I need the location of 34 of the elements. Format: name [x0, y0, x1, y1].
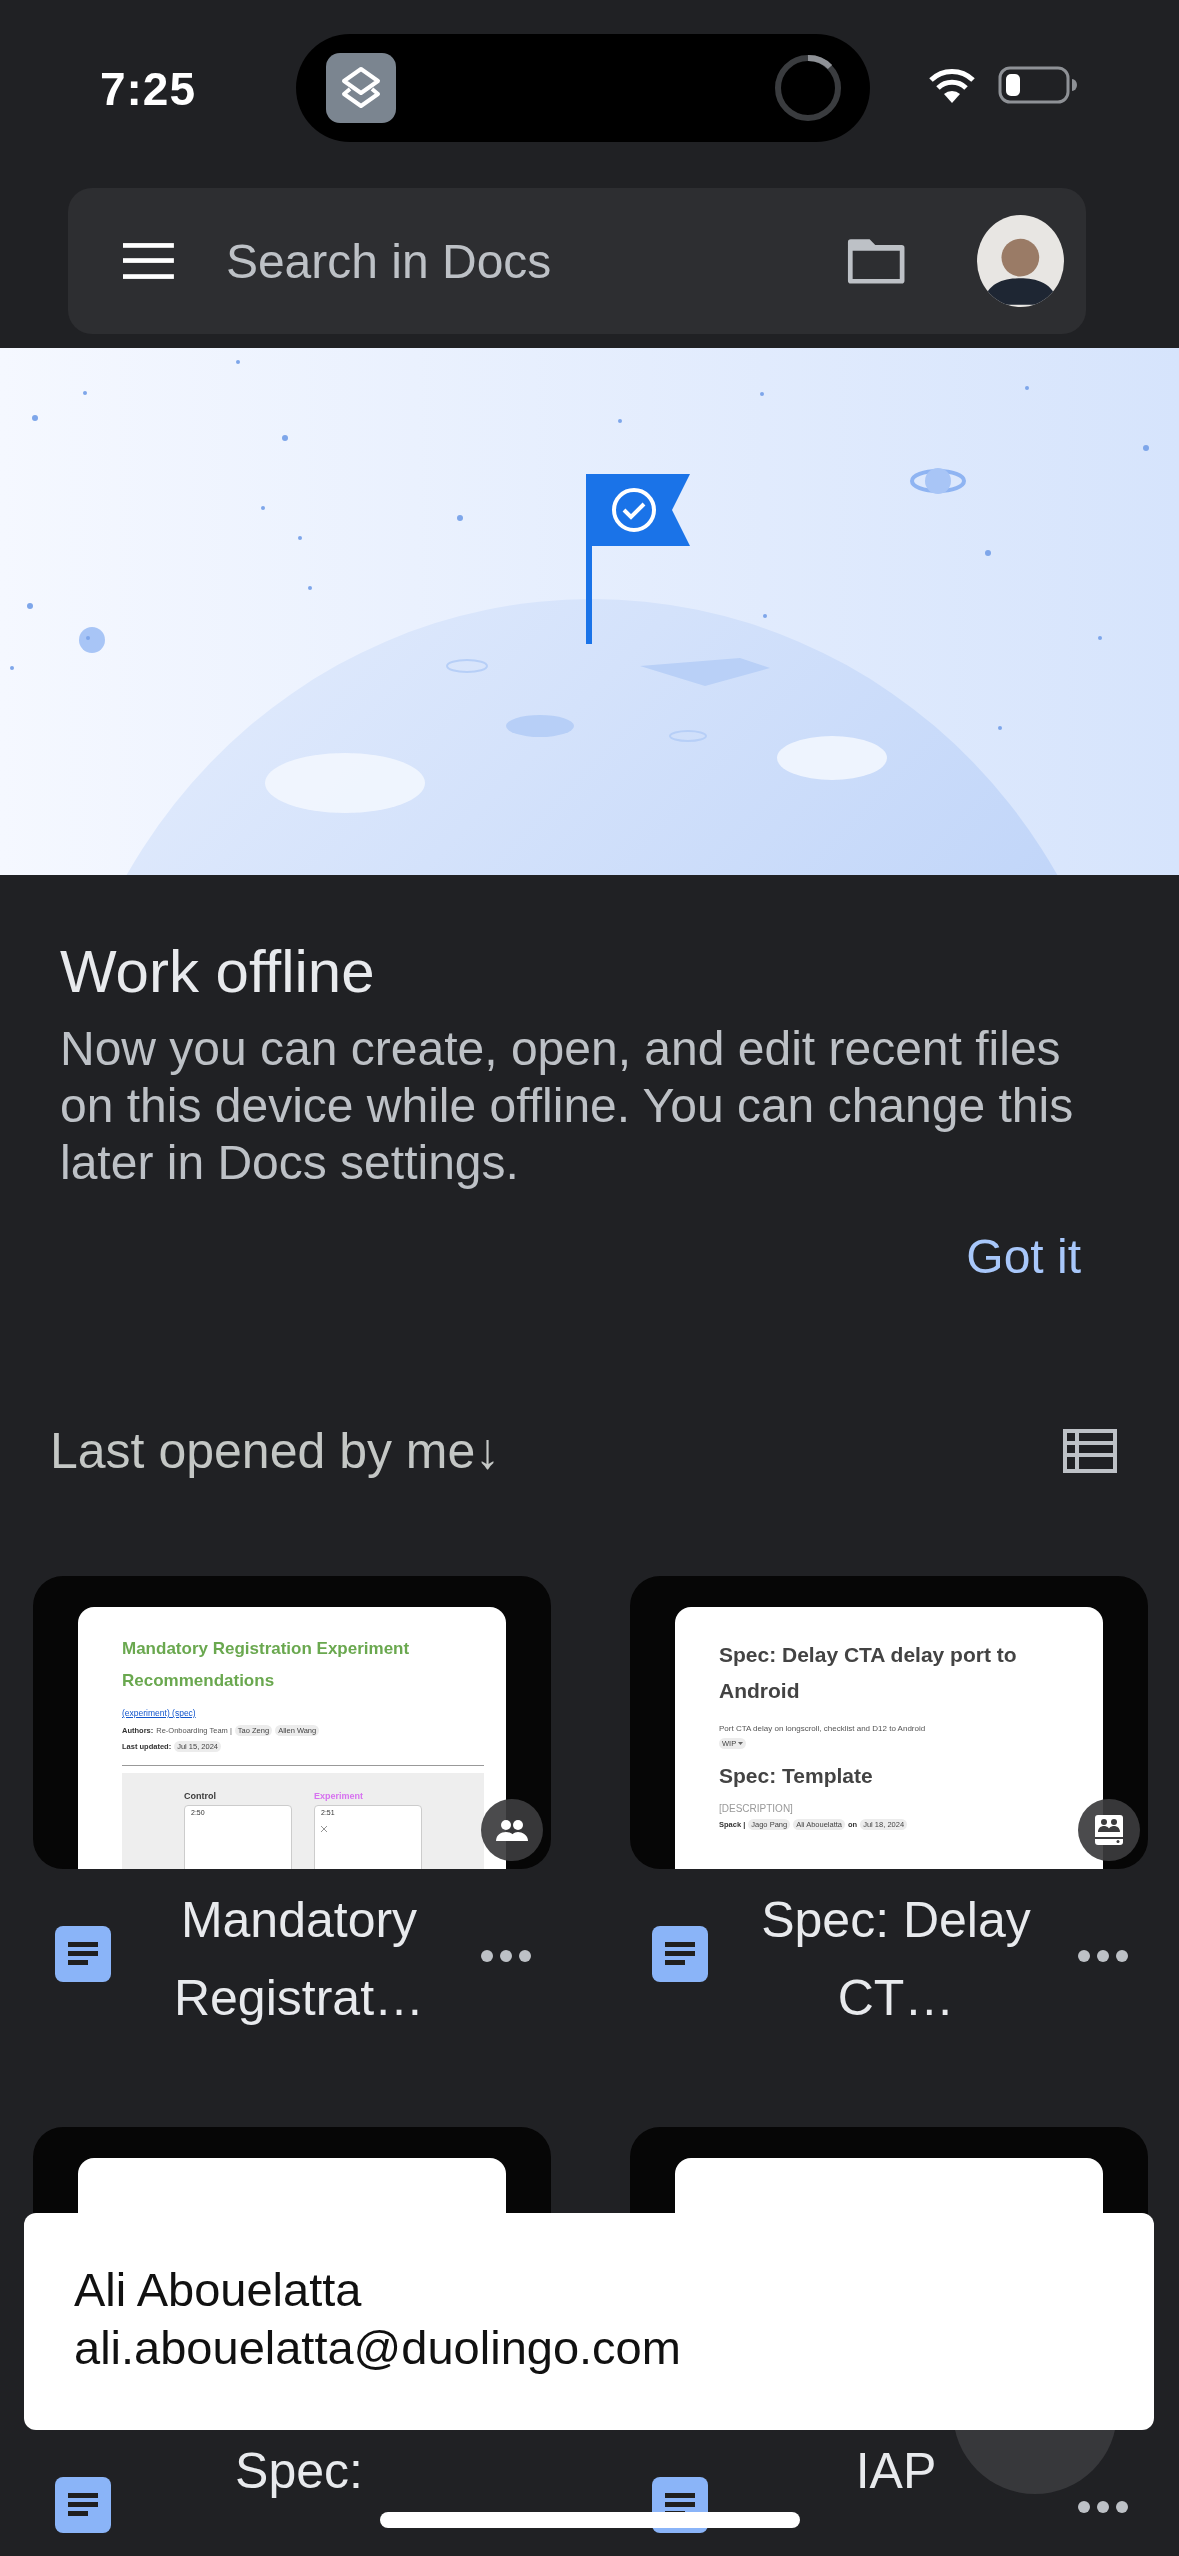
panel-label: Control	[184, 1791, 217, 1801]
file-title[interactable]: Spec: Delay CT…	[746, 1881, 1046, 2037]
menu-icon[interactable]	[123, 242, 174, 280]
document-icon	[55, 1926, 111, 1982]
document-heading: Spec: Template	[719, 1763, 874, 1789]
description-placeholder: [DESCRIPTION]	[719, 1803, 794, 1814]
wifi-icon	[928, 67, 976, 103]
account-name: Ali Abouelatta	[74, 2262, 362, 2318]
status-time: 7:25	[99, 62, 197, 116]
document-title: Mandatory Registration Experiment Recommendations	[122, 1638, 411, 1692]
file-title[interactable]: Mandatory Registrat…	[149, 1881, 449, 2037]
document-icon	[652, 1926, 708, 1982]
folder-icon[interactable]	[846, 236, 906, 286]
banner-text: Now you can create, open, and edit recent files on this device while offline. You can change this later in Docs settings.	[60, 1021, 1075, 1191]
shared-icon	[481, 1799, 543, 1861]
document-heading: Spec: Delay CTA delay port to Android	[719, 1642, 1018, 1704]
banner-title: Work offline	[60, 937, 376, 1006]
document-link[interactable]: (experiment) (spec)	[122, 1708, 196, 1718]
shortcuts-app-icon	[326, 53, 396, 123]
search-bar[interactable]: Search in Docs	[68, 188, 1086, 334]
battery-icon	[998, 66, 1078, 104]
account-email: ali.abouelatta@duolingo.com	[74, 2320, 681, 2376]
search-field[interactable]: Search in Docs	[225, 233, 847, 289]
got-it-button[interactable]: Got it	[948, 1221, 1099, 1292]
file-title[interactable]: Spec:	[235, 2432, 363, 2510]
file-title[interactable]: IAP	[855, 2432, 937, 2510]
document-icon	[55, 2477, 111, 2533]
list-view-icon[interactable]	[1063, 1429, 1117, 1473]
dropdown-caret-icon	[738, 1741, 744, 1746]
document-text: Port CTA delay on longscroll, checklist and D12 to Android	[719, 1724, 927, 1733]
panel-label: Experiment	[314, 1791, 365, 1801]
sort-button[interactable]: Last opened by me↓	[50, 1422, 501, 1480]
close-icon	[321, 1826, 327, 1832]
progress-ring-icon	[772, 52, 844, 124]
